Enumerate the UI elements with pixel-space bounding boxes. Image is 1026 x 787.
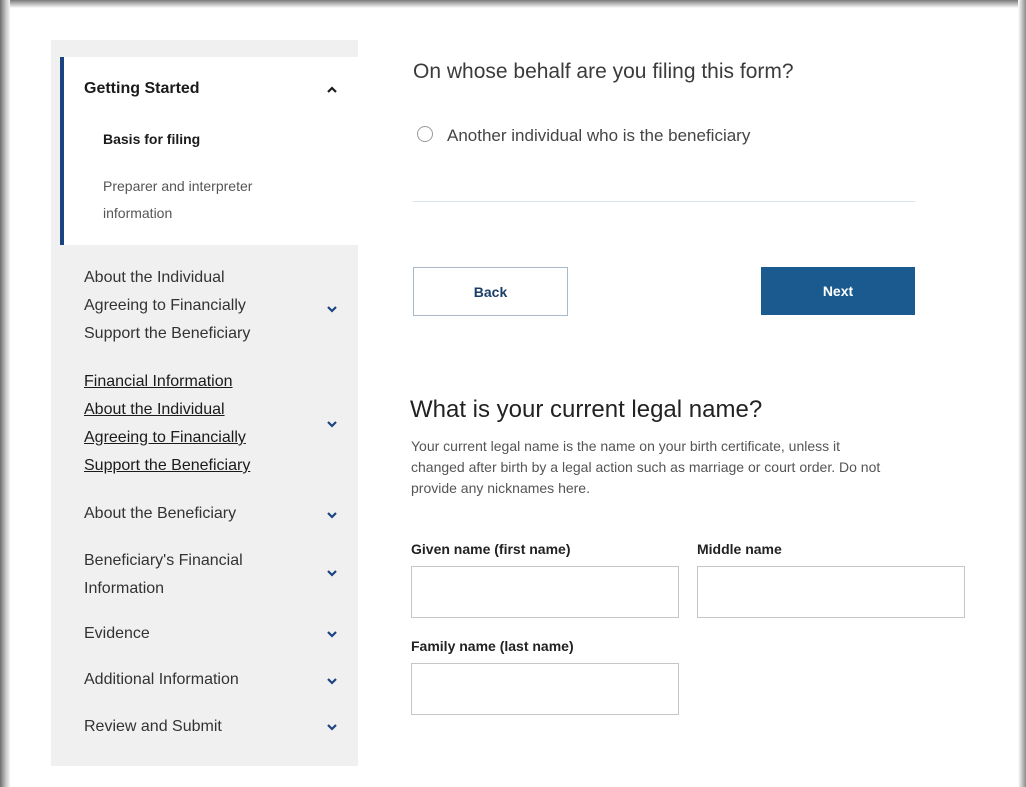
sidebar-section-review-submit[interactable]: Review and Submit (84, 718, 222, 736)
sidebar-section-about-individual-line1[interactable]: About the Individual (84, 269, 225, 287)
sidebar-section-financial-info-line2[interactable]: About the Individual (84, 401, 225, 419)
next-button[interactable]: Next (761, 267, 915, 315)
frame-left-edge (0, 0, 10, 787)
sidebar-section-financial-info-line3[interactable]: Agreeing to Financially (84, 429, 246, 447)
sidebar-section-beneficiary-financial-line2[interactable]: Information (84, 580, 164, 598)
sidebar-section-financial-info-line1[interactable]: Financial Information (84, 373, 233, 391)
sidebar-section-evidence[interactable]: Evidence (84, 625, 150, 643)
beneficiary-radio-button[interactable] (417, 126, 433, 142)
family-name-input[interactable] (411, 663, 679, 715)
family-name-label: Family name (last name) (411, 638, 574, 654)
middle-name-input[interactable] (697, 566, 965, 618)
middle-name-label: Middle name (697, 541, 782, 557)
back-button[interactable]: Back (413, 267, 568, 316)
frame-top-edge (0, 0, 1026, 8)
sidebar-section-about-individual-line3[interactable]: Support the Beneficiary (84, 325, 250, 343)
given-name-input[interactable] (411, 566, 679, 618)
chevron-down-icon[interactable] (325, 302, 339, 316)
question-title: On whose behalf are you filing this form… (413, 60, 794, 83)
legal-name-help-text: Your current legal name is the name on y… (411, 436, 971, 499)
chevron-down-icon[interactable] (325, 508, 339, 522)
frame-right-edge (1018, 0, 1026, 787)
chevron-down-icon[interactable] (325, 417, 339, 431)
sidebar-item-preparer-line1[interactable]: Preparer and interpreter (103, 178, 252, 194)
given-name-label: Given name (first name) (411, 541, 571, 557)
sidebar-item-basis-for-filing[interactable]: Basis for filing (103, 131, 200, 147)
sidebar-item-preparer-line2[interactable]: information (103, 205, 172, 221)
sidebar-section-getting-started[interactable]: Getting Started (84, 80, 200, 98)
sidebar-section-beneficiary-financial-line1[interactable]: Beneficiary's Financial (84, 552, 243, 570)
section-divider (413, 201, 915, 202)
legal-name-help-line1: Your current legal name is the name on y… (411, 438, 841, 454)
legal-name-title: What is your current legal name? (410, 396, 763, 423)
legal-name-help-line2: changed after birth by a legal action su… (411, 459, 881, 475)
sidebar-section-financial-info-line4[interactable]: Support the Beneficiary (84, 457, 250, 475)
chevron-down-icon[interactable] (325, 674, 339, 688)
sidebar-section-about-individual-line2[interactable]: Agreeing to Financially (84, 297, 246, 315)
sidebar-section-additional-info[interactable]: Additional Information (84, 671, 239, 689)
sidebar-section-about-beneficiary[interactable]: About the Beneficiary (84, 505, 236, 523)
beneficiary-radio-label[interactable]: Another individual who is the beneficiar… (447, 126, 750, 146)
chevron-up-icon[interactable] (325, 83, 339, 97)
chevron-down-icon[interactable] (325, 566, 339, 580)
chevron-down-icon[interactable] (325, 627, 339, 641)
chevron-down-icon[interactable] (325, 720, 339, 734)
legal-name-help-line3: provide any nicknames here. (411, 480, 590, 496)
